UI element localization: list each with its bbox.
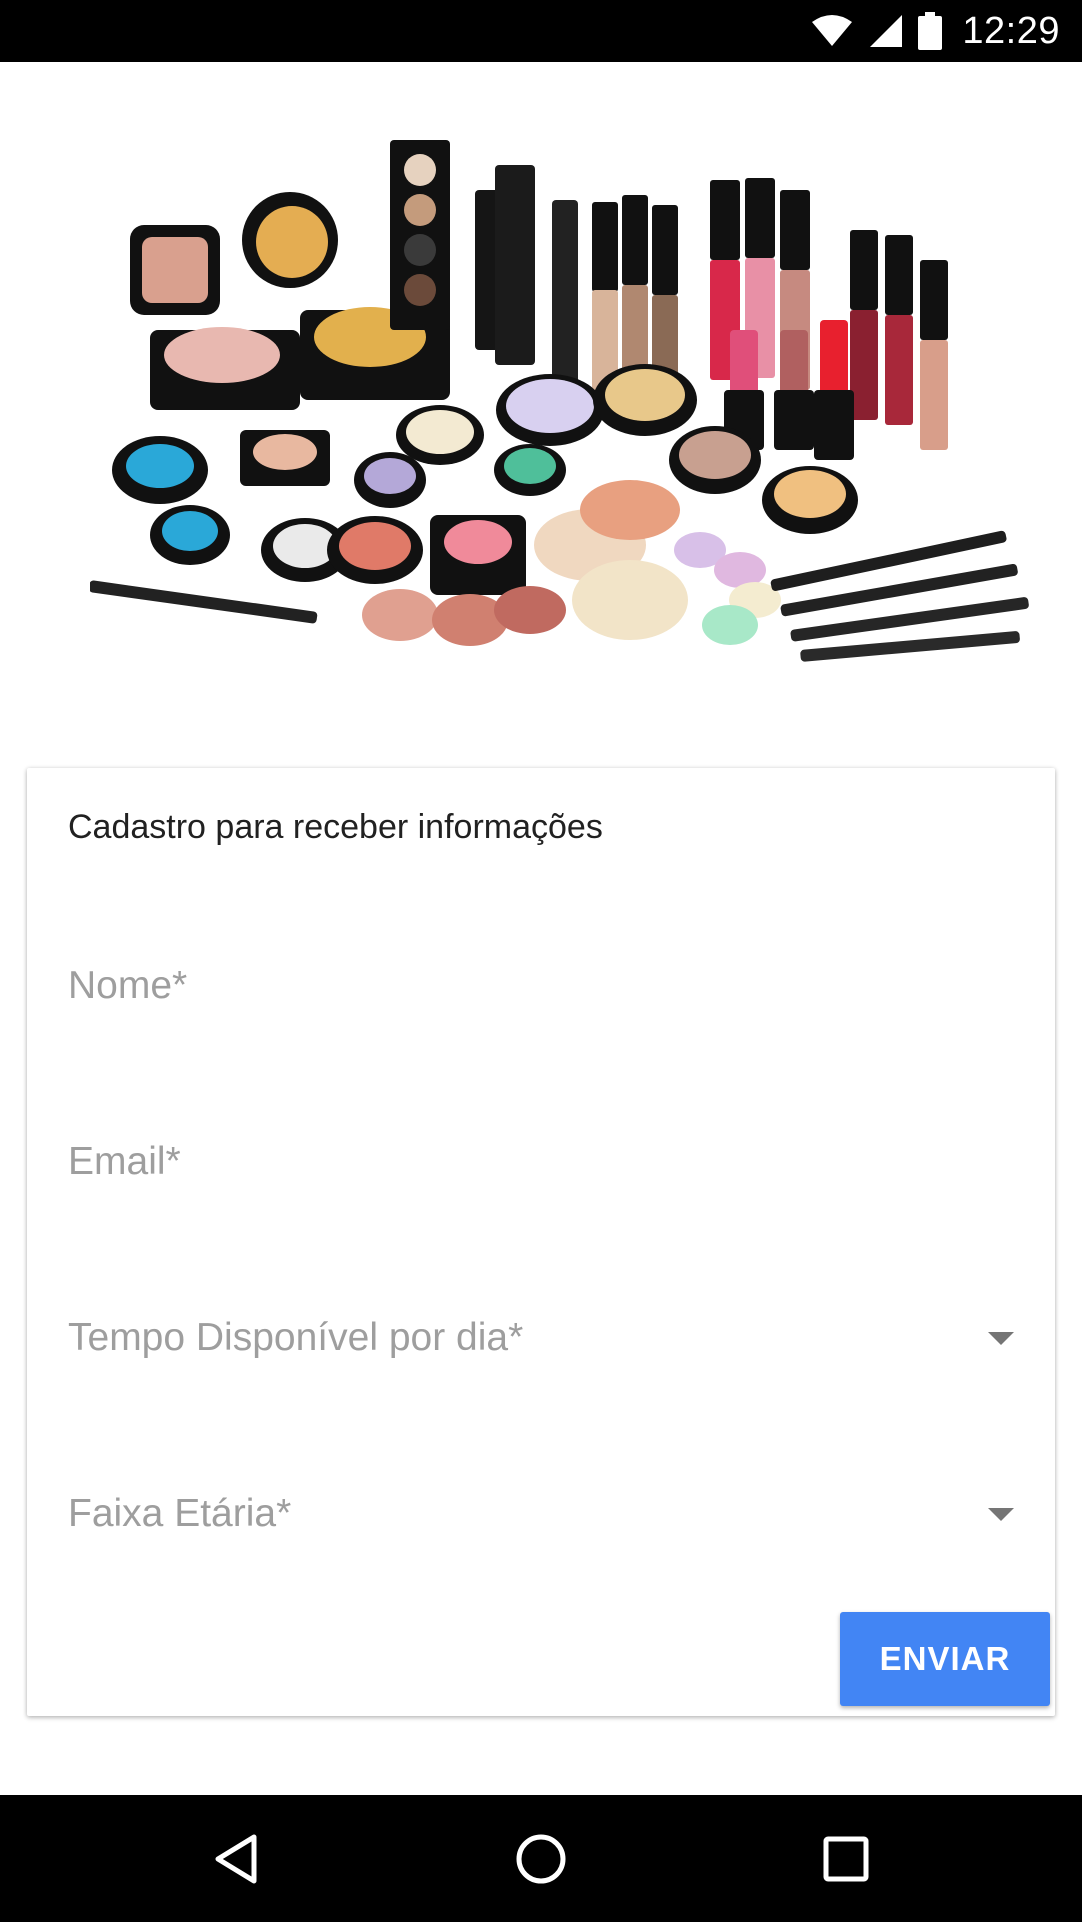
form-title: Cadastro para receber informações [68, 808, 603, 846]
name-field[interactable]: Nome* [68, 946, 1014, 1026]
status-bar: 12:29 [0, 0, 1082, 62]
dropdown-arrow-icon [988, 1507, 1014, 1521]
registration-card: Cadastro para receber informações Nome* … [27, 768, 1055, 1716]
email-field[interactable]: Email* [68, 1122, 1014, 1202]
email-placeholder: Email* [68, 1140, 181, 1183]
home-icon[interactable] [509, 1827, 573, 1891]
time-available-placeholder: Tempo Disponível por dia* [68, 1316, 524, 1359]
age-range-select[interactable]: Faixa Etária* [68, 1474, 1014, 1554]
recents-icon[interactable] [814, 1827, 878, 1891]
makeup-products-photo [88, 130, 1030, 670]
back-icon[interactable] [204, 1827, 268, 1891]
battery-icon [918, 12, 943, 50]
age-range-placeholder: Faixa Etária* [68, 1492, 292, 1535]
name-placeholder: Nome* [68, 964, 188, 1007]
navigation-bar [0, 1795, 1082, 1922]
cell-signal-icon [868, 13, 904, 49]
wifi-icon [810, 14, 854, 48]
app-screen: 12:29 Cadastro para receber informações … [0, 0, 1082, 1922]
status-time: 12:29 [962, 9, 1060, 52]
submit-button[interactable]: ENVIAR [840, 1612, 1050, 1706]
status-icons: 12:29 [810, 0, 1060, 62]
time-available-select[interactable]: Tempo Disponível por dia* [68, 1298, 1014, 1378]
dropdown-arrow-icon [988, 1331, 1014, 1345]
